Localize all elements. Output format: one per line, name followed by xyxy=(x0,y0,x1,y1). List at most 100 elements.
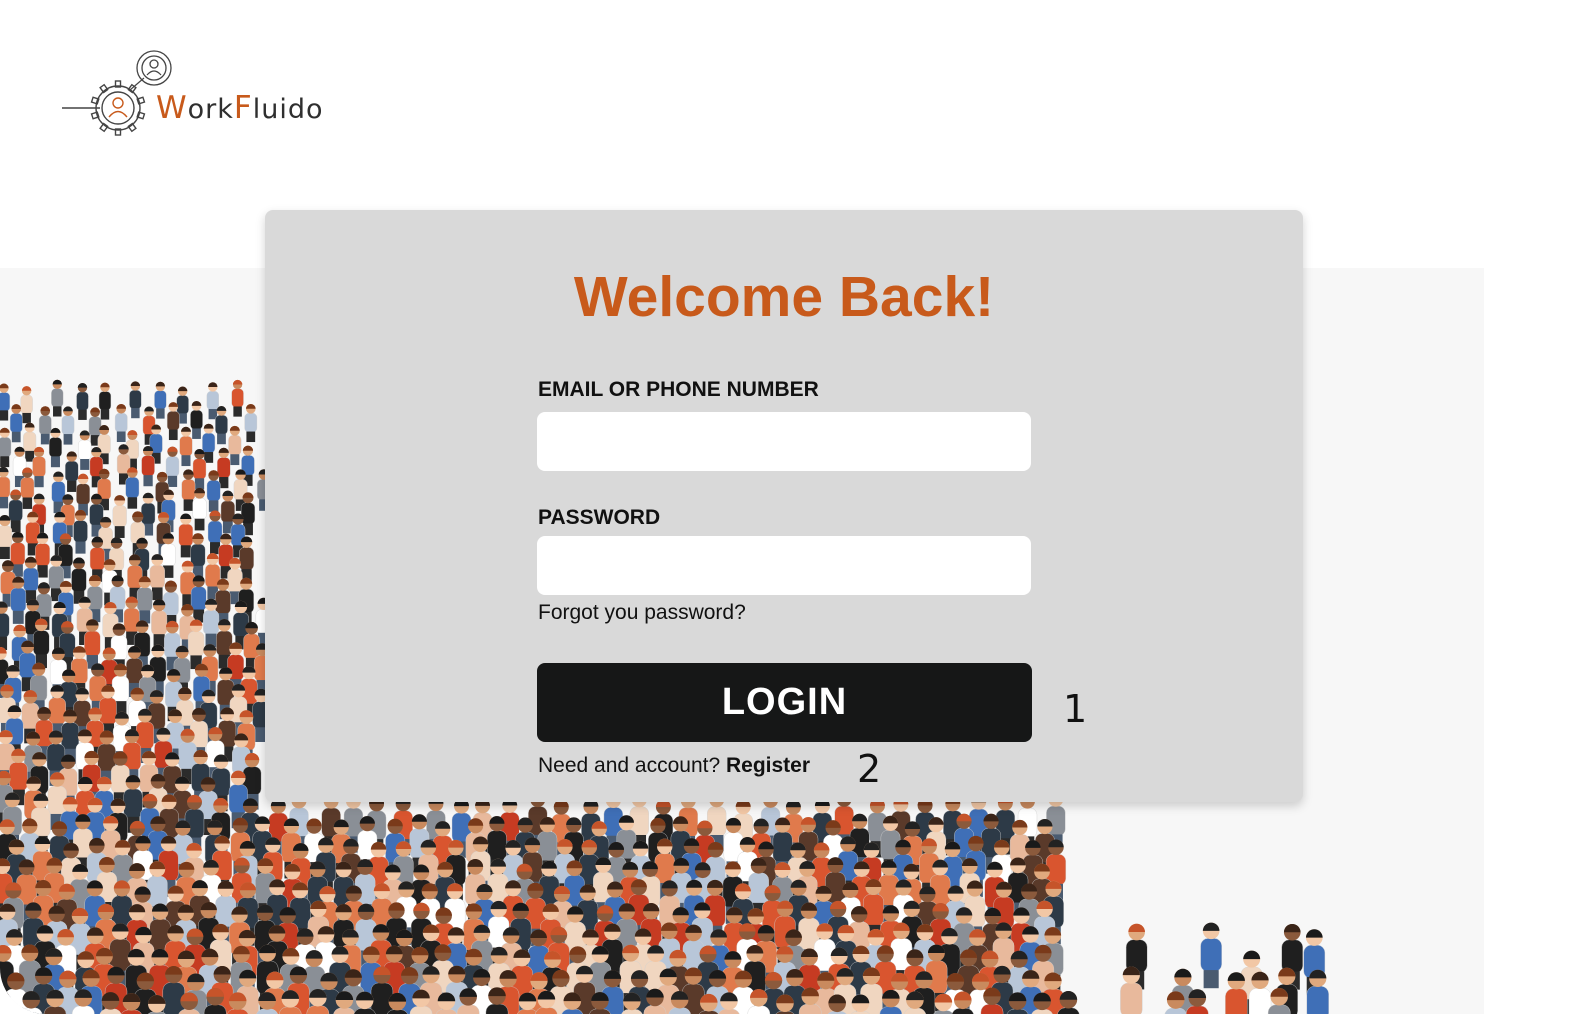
crowd-person-body xyxy=(48,697,66,725)
crowd-person-body xyxy=(73,520,88,543)
crowd-person-hair xyxy=(180,513,192,520)
crowd-person-body xyxy=(227,568,243,593)
crowd-person-hair xyxy=(1305,929,1323,938)
crowd-person-body xyxy=(111,675,129,703)
crowd-person-body xyxy=(1306,986,1329,1014)
crowd-person-body xyxy=(863,894,884,927)
crowd-person-body xyxy=(1225,988,1248,1014)
crowd-person-body xyxy=(217,457,231,479)
crowd-person-body xyxy=(61,722,80,751)
crowd-person-legs xyxy=(156,408,165,419)
crowd-person-legs xyxy=(167,475,178,487)
crowd-person-legs xyxy=(22,412,31,424)
crowd-person-legs xyxy=(194,478,205,490)
crowd-person-hair xyxy=(0,427,10,433)
crowd-person-body xyxy=(202,432,216,454)
crowd-person-hair xyxy=(12,531,24,538)
crowd-person-body xyxy=(216,630,233,657)
crowd-person-hair xyxy=(232,379,243,385)
forgot-password-link[interactable]: Forgot you password? xyxy=(538,601,746,625)
crowd-person-hair xyxy=(0,467,9,473)
crowd-person-body xyxy=(9,762,28,792)
password-field[interactable] xyxy=(537,536,1031,595)
crowd-person-hair xyxy=(50,427,61,433)
crowd-person-legs xyxy=(194,518,205,531)
crowd-person-body xyxy=(61,415,75,436)
crowd-person-hair xyxy=(24,422,35,428)
crowd-person-legs xyxy=(127,497,138,509)
crowd-person-body xyxy=(154,390,167,410)
crowd-person-body xyxy=(35,543,50,567)
crowd-person-hair xyxy=(0,383,9,389)
annotation-marker-2: 2 xyxy=(857,747,882,791)
crowd-person-hair xyxy=(1202,922,1220,931)
crowd-person-body xyxy=(23,567,39,592)
crowd-person-body xyxy=(70,658,88,685)
crowd-person-hair xyxy=(218,447,229,453)
crowd-person-body xyxy=(20,477,35,499)
crowd-person-body xyxy=(65,460,79,482)
crowd-person-hair xyxy=(116,403,127,409)
crowd-person-body xyxy=(123,788,143,819)
crowd-person-body xyxy=(46,743,66,773)
crowd-person-legs xyxy=(143,475,153,487)
crowd-person-body xyxy=(98,391,112,411)
crowd-person-hair xyxy=(63,406,73,412)
crowd-person-body xyxy=(10,587,27,613)
crowd-person-body xyxy=(160,543,176,567)
crowd-person-legs xyxy=(34,476,44,488)
crowd-person-legs xyxy=(53,406,62,417)
crowd-person-body xyxy=(187,631,205,657)
crowd-person-body xyxy=(166,411,180,431)
annotation-marker-1: 1 xyxy=(1063,687,1088,731)
crowd-person-legs xyxy=(50,456,60,468)
crowd-person-body xyxy=(136,587,153,612)
crowd-person-legs xyxy=(192,428,201,439)
crowd-person-hair xyxy=(13,624,26,632)
crowd-person-legs xyxy=(67,480,77,492)
crowd-person-hair xyxy=(183,469,194,475)
crowd-person-body xyxy=(176,395,189,415)
crowd-person-hair xyxy=(245,403,256,409)
crowd-person-hair xyxy=(127,430,138,436)
crowd-person-body xyxy=(244,412,258,433)
crowd-person-legs xyxy=(233,406,242,417)
crowd-person-body xyxy=(112,505,127,528)
crowd-person-body xyxy=(798,1004,822,1014)
crowd-person-body xyxy=(141,455,155,477)
email-label: EMAIL OR PHONE NUMBER xyxy=(538,378,819,401)
crowd-person-legs xyxy=(114,526,125,538)
brand-initial-w: W xyxy=(156,90,188,126)
crowd-person-legs xyxy=(183,499,194,511)
crowd-person-legs xyxy=(168,429,178,441)
crowd-person-legs xyxy=(180,545,191,558)
crowd-person-legs xyxy=(178,413,187,424)
crowd-person-body xyxy=(772,831,793,863)
crowd-person-body xyxy=(78,439,92,461)
crowd-person-body xyxy=(190,543,206,568)
crowd-person-hair xyxy=(11,404,22,409)
crowd-person-body xyxy=(20,394,33,415)
crowd-person-legs xyxy=(78,409,87,420)
crowd-person-body xyxy=(125,477,140,499)
crowd-person-hair xyxy=(222,490,234,497)
crowd-person-body xyxy=(38,415,52,435)
register-link[interactable]: Register xyxy=(726,754,810,777)
crowd-person-body xyxy=(231,388,244,408)
crowd-person-legs xyxy=(0,456,10,468)
email-field[interactable] xyxy=(537,412,1031,471)
crowd-person-body xyxy=(203,610,220,635)
crowd-person-legs xyxy=(10,520,21,533)
crowd-person-hair xyxy=(130,381,141,387)
crowd-person-body xyxy=(87,586,103,611)
crowd-person-body xyxy=(99,697,117,725)
crowd-person-hair xyxy=(14,446,25,452)
crowd-person-body xyxy=(1120,982,1143,1014)
crowd-person-hair xyxy=(90,407,100,413)
login-button[interactable]: LOGIN xyxy=(537,663,1032,742)
crowd-person-body xyxy=(147,876,168,908)
crowd-person-hair xyxy=(181,426,191,432)
crowd-person-body xyxy=(33,630,50,656)
crowd-person-legs xyxy=(0,410,9,421)
crowd-person-legs xyxy=(230,454,240,466)
